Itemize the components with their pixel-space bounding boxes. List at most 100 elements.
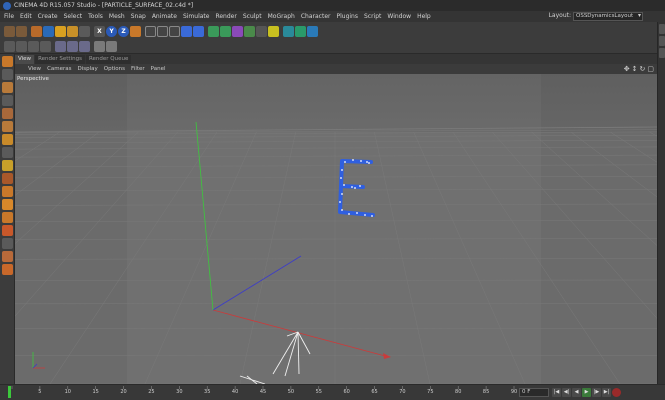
menu-help[interactable]: Help bbox=[417, 13, 431, 20]
menu-character[interactable]: Character bbox=[301, 13, 331, 20]
menu-create[interactable]: Create bbox=[38, 13, 58, 20]
move-icon[interactable] bbox=[43, 25, 54, 37]
particle-sparkle bbox=[354, 187, 356, 189]
orbit-icon[interactable]: ↻ bbox=[640, 64, 646, 74]
palette-tool-icon[interactable] bbox=[2, 69, 13, 80]
step-back-icon[interactable]: ◀| bbox=[562, 388, 571, 397]
subdivision-icon[interactable] bbox=[208, 25, 219, 37]
viewport-menu-display[interactable]: Display bbox=[78, 66, 98, 72]
palette-tool-icon[interactable] bbox=[2, 251, 13, 262]
play-back-icon[interactable]: ◀ bbox=[572, 388, 581, 397]
menu-render[interactable]: Render bbox=[215, 13, 236, 20]
palette-tool-icon[interactable] bbox=[2, 225, 13, 236]
model-mode-icon[interactable] bbox=[16, 41, 27, 52]
menu-select[interactable]: Select bbox=[64, 13, 83, 20]
timeline-tick-label: 30 bbox=[176, 389, 182, 395]
floor-icon[interactable] bbox=[244, 25, 255, 37]
recent-tools-icon[interactable] bbox=[79, 25, 90, 37]
viewport-menu-view[interactable]: View bbox=[28, 66, 41, 72]
menu-script[interactable]: Script bbox=[364, 13, 381, 20]
palette-tool-icon[interactable] bbox=[2, 212, 13, 223]
palette-tool-icon[interactable] bbox=[2, 199, 13, 210]
panel-tab[interactable] bbox=[659, 48, 665, 58]
cube-icon[interactable] bbox=[181, 25, 192, 37]
menu-snap[interactable]: Snap bbox=[131, 13, 146, 20]
go-start-icon[interactable]: |◀ bbox=[552, 388, 561, 397]
palette-tool-icon[interactable] bbox=[2, 95, 13, 106]
particle-sparkle bbox=[352, 159, 354, 161]
pan-icon[interactable]: ✥ bbox=[624, 64, 630, 74]
palette-tool-icon[interactable] bbox=[2, 108, 13, 119]
palette-tool-icon[interactable] bbox=[2, 160, 13, 171]
tab-render-settings[interactable]: Render Settings bbox=[35, 55, 85, 64]
menu-simulate[interactable]: Simulate bbox=[183, 13, 210, 20]
viewport-menu-panel[interactable]: Panel bbox=[151, 66, 166, 72]
workplane-icon[interactable] bbox=[40, 41, 51, 52]
layout-dropdown[interactable]: OSSDynamicsLayout bbox=[573, 12, 643, 21]
maximize-icon[interactable]: ▢ bbox=[647, 64, 654, 74]
menu-mesh[interactable]: Mesh bbox=[109, 13, 125, 20]
viewport-menu-options[interactable]: Options bbox=[104, 66, 125, 72]
viewport-menu-filter[interactable]: Filter bbox=[131, 66, 145, 72]
render-picture-viewer-icon[interactable] bbox=[157, 25, 168, 37]
menu-animate[interactable]: Animate bbox=[152, 13, 177, 20]
go-end-icon[interactable]: ▶| bbox=[602, 388, 611, 397]
menu-window[interactable]: Window bbox=[387, 13, 411, 20]
palette-tool-icon[interactable] bbox=[2, 121, 13, 132]
scale-icon[interactable] bbox=[55, 25, 66, 37]
palette-tool-icon[interactable] bbox=[2, 56, 13, 67]
current-frame-field[interactable]: 0 F bbox=[519, 388, 549, 397]
live-selection-icon[interactable] bbox=[31, 25, 42, 37]
menu-edit[interactable]: Edit bbox=[20, 13, 32, 20]
menu-sculpt[interactable]: Sculpt bbox=[243, 13, 262, 20]
perspective-viewport[interactable]: Perspective bbox=[15, 74, 657, 384]
make-editable-icon[interactable] bbox=[4, 41, 15, 52]
axis-mode-icon[interactable] bbox=[55, 41, 66, 52]
coordinate-system-icon[interactable] bbox=[130, 25, 141, 37]
rotate-icon[interactable] bbox=[67, 25, 78, 37]
viewport-menu-cameras[interactable]: Cameras bbox=[47, 66, 71, 72]
camera-icon[interactable] bbox=[256, 25, 267, 37]
menu-tools[interactable]: Tools bbox=[88, 13, 103, 20]
timeline[interactable]: 5 10 15 20 25 30 35 40 45 50 55 60 65 70 75 80 85 90 0 F … bbox=[0, 384, 665, 400]
y-axis-icon[interactable]: Y bbox=[106, 25, 117, 37]
palette-tool-icon[interactable] bbox=[2, 264, 13, 275]
palette-tool-icon[interactable] bbox=[2, 82, 13, 93]
polygons-mode-icon[interactable] bbox=[94, 41, 105, 52]
particle-sparkle bbox=[356, 212, 358, 214]
undo-icon[interactable] bbox=[4, 25, 15, 37]
texture-mode-icon[interactable] bbox=[28, 41, 39, 52]
palette-tool-icon[interactable] bbox=[2, 147, 13, 158]
light-icon[interactable] bbox=[268, 25, 279, 37]
palette-tool-icon[interactable] bbox=[2, 186, 13, 197]
pen-icon[interactable] bbox=[193, 25, 204, 37]
menu-plugins[interactable]: Plugins bbox=[336, 13, 358, 20]
play-icon[interactable]: ▶ bbox=[582, 388, 591, 397]
points-mode-icon[interactable] bbox=[67, 41, 78, 52]
palette-tool-icon[interactable] bbox=[2, 134, 13, 145]
mograph-icon[interactable] bbox=[283, 25, 294, 37]
array-icon[interactable] bbox=[220, 25, 231, 37]
panel-tab[interactable] bbox=[659, 36, 665, 46]
timeline-current-frame-marker[interactable] bbox=[8, 386, 11, 398]
effector-icon[interactable] bbox=[307, 25, 318, 37]
render-view-icon[interactable] bbox=[145, 25, 156, 37]
zoom-icon[interactable]: ↕ bbox=[632, 64, 638, 74]
step-forward-icon[interactable]: |▶ bbox=[592, 388, 601, 397]
x-axis-icon[interactable]: X bbox=[94, 25, 105, 37]
edges-mode-icon[interactable] bbox=[79, 41, 90, 52]
tab-view[interactable]: View bbox=[15, 55, 35, 64]
menu-file[interactable]: File bbox=[4, 13, 14, 20]
record-icon[interactable] bbox=[612, 388, 621, 397]
deformer-icon[interactable] bbox=[232, 25, 243, 37]
tab-render-queue[interactable]: Render Queue bbox=[85, 55, 132, 64]
menu-mograph[interactable]: MoGraph bbox=[268, 13, 295, 20]
cloner-icon[interactable] bbox=[295, 25, 306, 37]
snap-icon[interactable] bbox=[106, 41, 117, 52]
palette-tool-icon[interactable] bbox=[2, 238, 13, 249]
render-settings-icon[interactable] bbox=[169, 25, 180, 37]
panel-tab[interactable] bbox=[659, 24, 665, 34]
z-axis-icon[interactable]: Z bbox=[118, 25, 129, 37]
redo-icon[interactable] bbox=[16, 25, 27, 37]
palette-tool-icon[interactable] bbox=[2, 173, 13, 184]
